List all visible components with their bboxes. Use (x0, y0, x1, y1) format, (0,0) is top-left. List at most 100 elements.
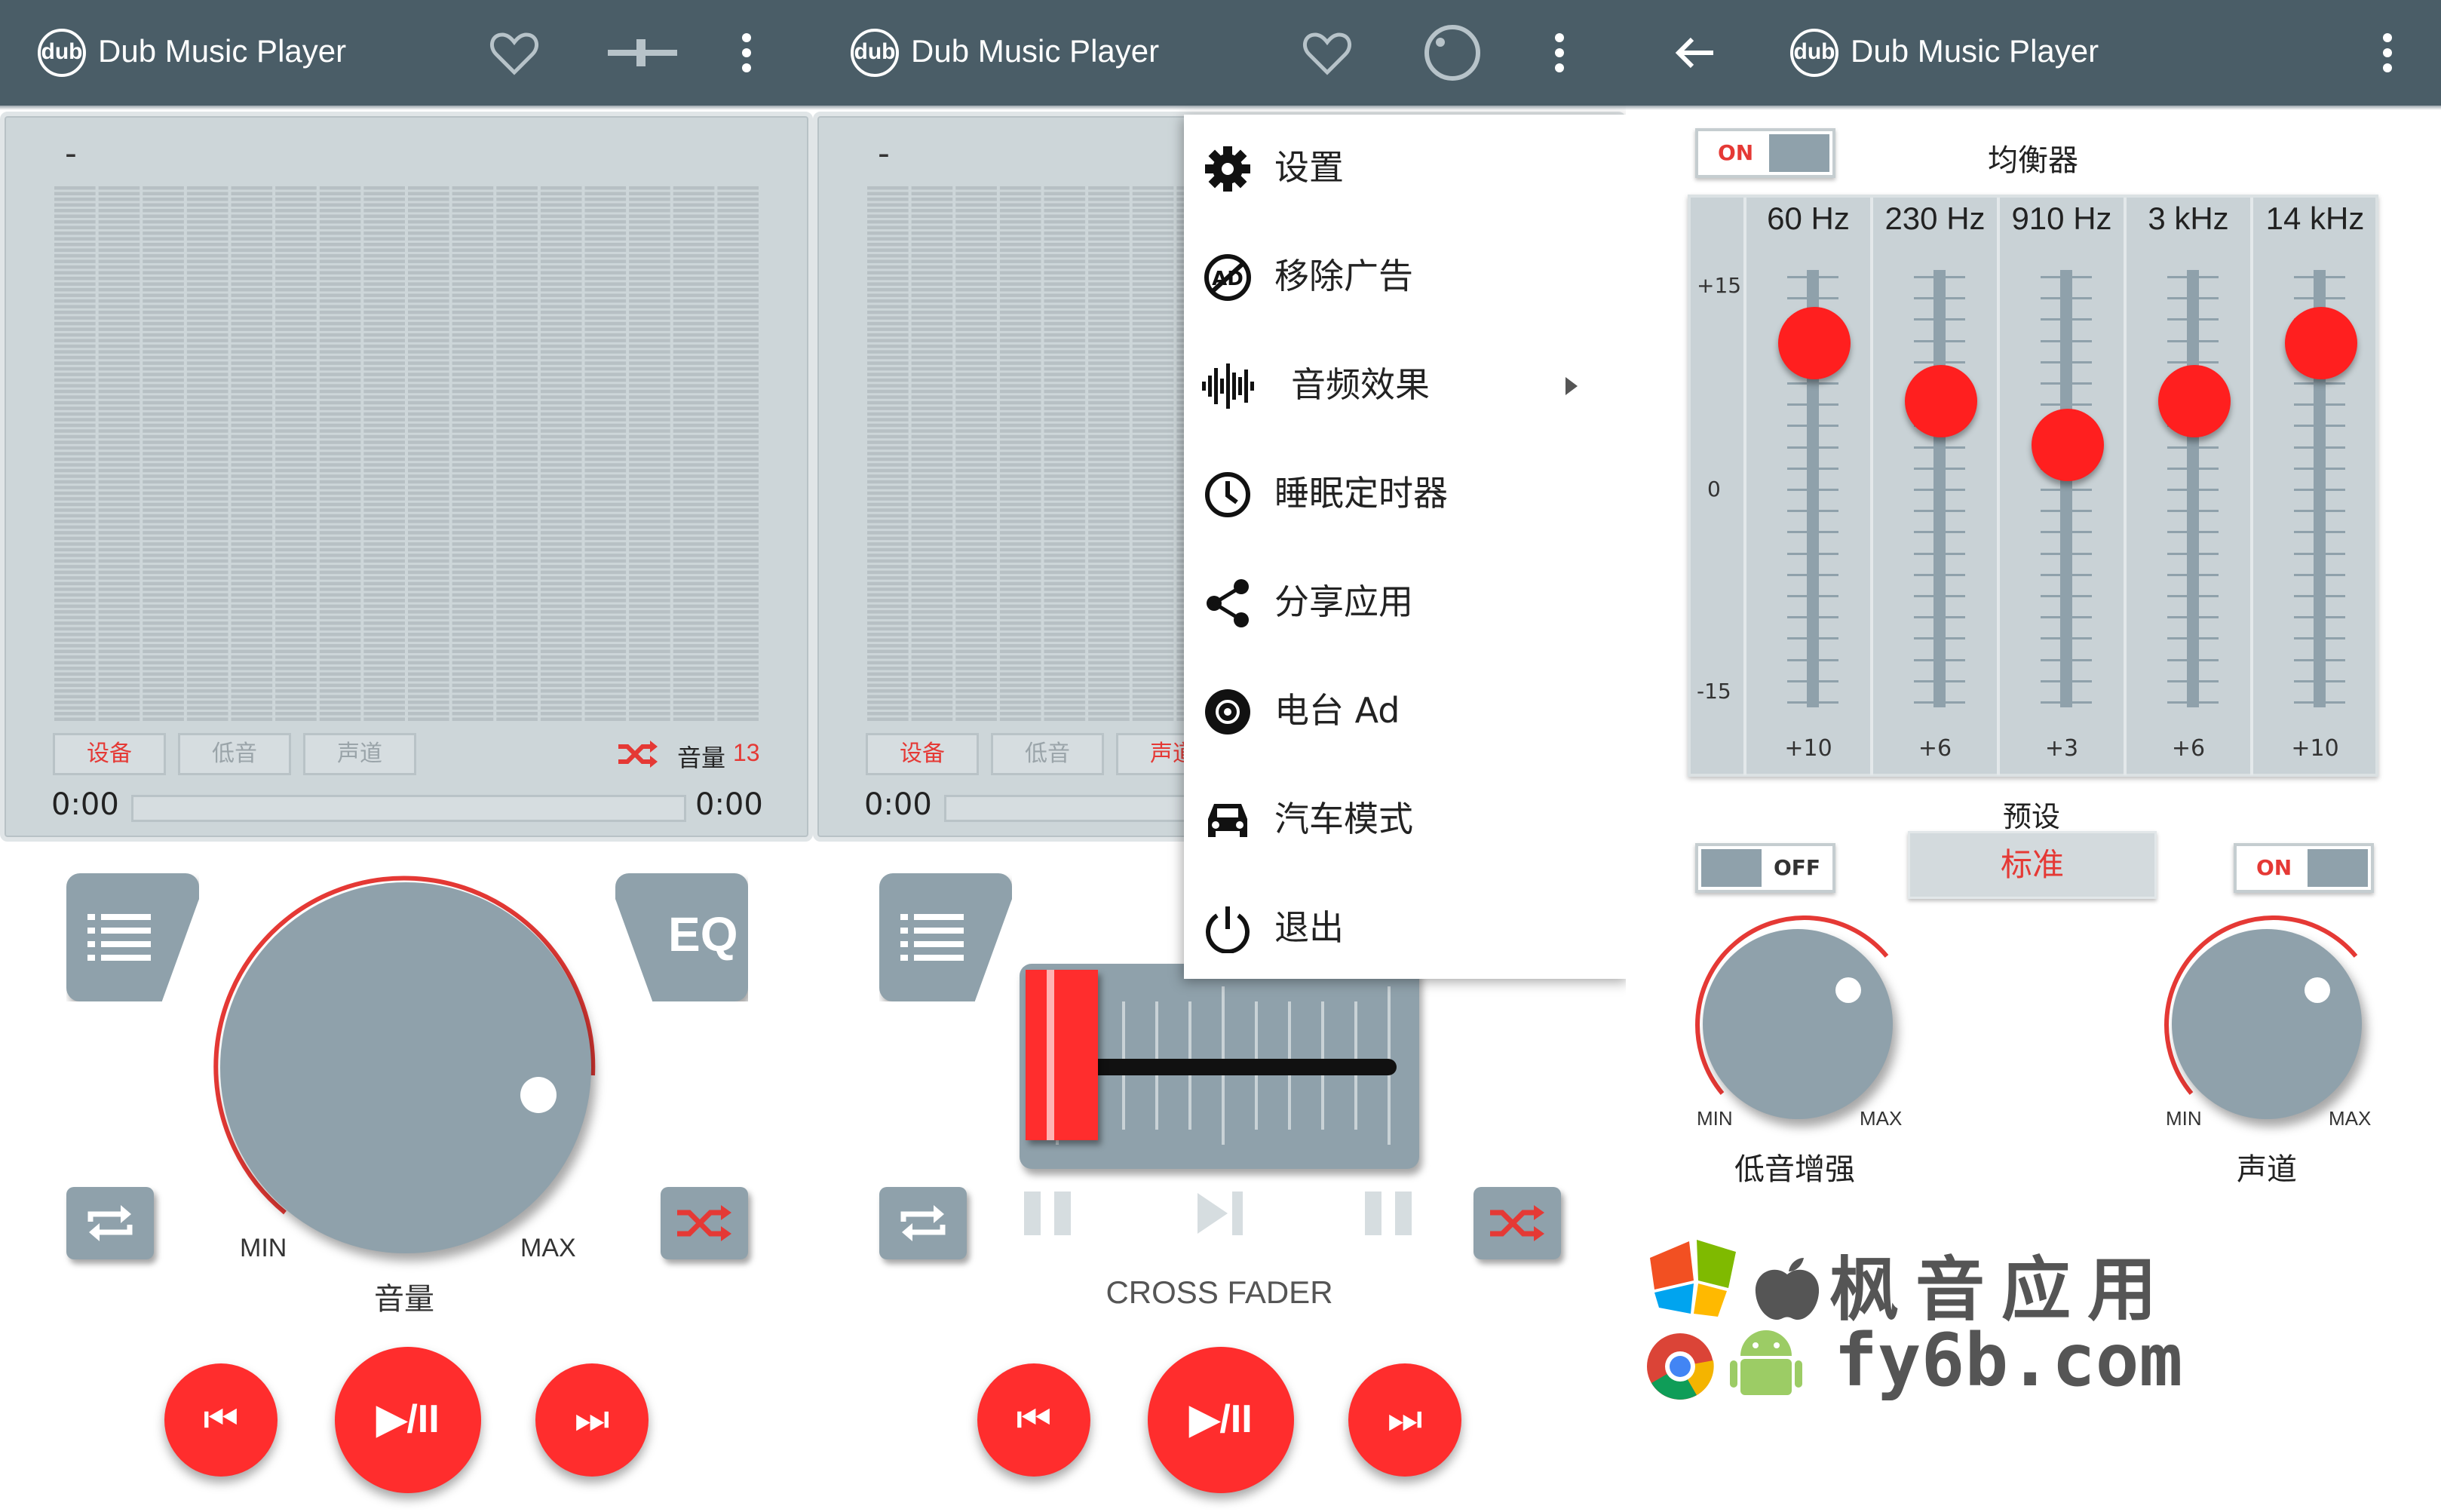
tab-bass[interactable]: 低音 (991, 733, 1104, 775)
band-slider-thumb[interactable] (2032, 409, 2104, 481)
previous-button[interactable]: ⏮ (164, 1363, 278, 1477)
spectrum-cell (1132, 355, 1174, 360)
spectrum-cell (143, 559, 184, 563)
tab-device[interactable]: 设备 (53, 733, 166, 775)
tab-device[interactable]: 设备 (866, 733, 979, 775)
crossfader-thumb[interactable] (1026, 970, 1098, 1140)
spectrum-cell (143, 689, 184, 693)
spectrum-cell (54, 689, 96, 693)
spectrum-cell (186, 554, 228, 557)
spectrum-cell (231, 305, 273, 308)
seek-bar[interactable] (131, 795, 686, 822)
spectrum-cell (584, 661, 627, 665)
volume-knob[interactable] (220, 882, 591, 1253)
tab-bass[interactable]: 低音 (178, 733, 291, 775)
heart-icon[interactable] (487, 26, 541, 80)
spectrum-cell (408, 276, 449, 281)
menu-item-audio-effects[interactable]: 音频效果 (1184, 332, 1629, 440)
band-slider-thumb[interactable] (2158, 365, 2231, 437)
next-button[interactable]: ⏭ (535, 1363, 649, 1477)
menu-item-radio[interactable]: 电台 Ad (1184, 658, 1629, 766)
spectrum-cell (1044, 366, 1086, 371)
spectrum-cell (98, 581, 140, 586)
spectrum-cell (955, 214, 997, 218)
spectrum-cell (955, 305, 997, 308)
spectrum-cell (496, 327, 538, 331)
menu-item-car-mode[interactable]: 汽车模式 (1184, 766, 1629, 875)
spectrum-cell (867, 678, 909, 682)
back-arrow-icon[interactable] (1668, 26, 1722, 80)
spectrum-cell (584, 525, 627, 529)
more-vert-icon[interactable] (1544, 26, 1575, 80)
spectrum-cell (584, 531, 627, 535)
menu-item-exit[interactable]: 退出 (1184, 875, 1629, 983)
crossfader-toggle-icon[interactable] (1422, 23, 1483, 83)
spectrum-cell (540, 434, 582, 439)
band-tick (1787, 276, 1838, 278)
spectrum-cell (54, 683, 96, 688)
bass-boost-toggle[interactable]: OFF (1695, 843, 1835, 893)
spectrum-cell (673, 604, 715, 609)
repeat-button[interactable] (66, 1187, 154, 1259)
spectrum-cell (496, 231, 538, 235)
playlist-button[interactable] (879, 873, 1012, 1001)
play-pause-button[interactable]: ▶/II (335, 1347, 481, 1493)
channel-toggle[interactable]: ON (2234, 843, 2374, 893)
spectrum-cell (275, 604, 317, 609)
menu-item-settings[interactable]: 设置 (1184, 115, 1629, 223)
spectrum-cell (1132, 457, 1174, 462)
repeat-button[interactable] (879, 1187, 967, 1259)
previous-button[interactable]: ⏮ (977, 1363, 1090, 1477)
crossfader-slider[interactable] (1020, 964, 1419, 1169)
next-button[interactable]: ⏭ (1348, 1363, 1461, 1477)
spectrum-cell (955, 293, 997, 297)
spectrum-cell (629, 621, 670, 625)
spectrum-cell (1044, 406, 1086, 410)
channel-knob[interactable] (2172, 929, 2362, 1119)
knob-min-label: MIN (240, 1234, 287, 1262)
spectrum-cell (911, 412, 953, 416)
spectrum-cell (911, 514, 953, 518)
spectrum-cell (186, 219, 228, 224)
spectrum-cell (275, 253, 317, 258)
spectrum-cell (231, 339, 273, 342)
spectrum-cell (673, 400, 715, 405)
eq-button[interactable]: EQ (615, 873, 748, 1001)
spectrum-cell (275, 701, 317, 704)
equalizer-toggle[interactable]: ON (1695, 128, 1835, 178)
spectrum-cell (496, 610, 538, 614)
slider-icon[interactable] (606, 26, 679, 80)
bass-boost-knob[interactable] (1703, 929, 1893, 1119)
spectrum-cell (319, 384, 361, 388)
shuffle-button[interactable] (661, 1187, 748, 1259)
shuffle-button[interactable] (1473, 1187, 1561, 1259)
band-slider-thumb[interactable] (1778, 306, 1851, 379)
preset-selector[interactable]: 标准 (1908, 831, 2157, 899)
spectrum-cell (911, 214, 953, 218)
tab-channel[interactable]: 声道 (303, 733, 416, 775)
spectrum-cell (673, 593, 715, 597)
spectrum-cell (275, 237, 317, 241)
band-slider-thumb[interactable] (2285, 306, 2357, 379)
spectrum-cell (999, 271, 1041, 274)
spectrum-cell (867, 237, 909, 241)
spectrum-cell (584, 565, 627, 569)
menu-item-sleep-timer[interactable]: 睡眠定时器 (1184, 440, 1629, 549)
band-tick (2041, 552, 2092, 555)
band-slider-thumb[interactable] (1905, 365, 1977, 437)
spectrum-cell (717, 593, 759, 597)
spectrum-cell (363, 559, 405, 563)
spectrum-cell (955, 412, 997, 416)
playlist-button[interactable] (66, 873, 199, 1001)
more-vert-icon[interactable] (731, 26, 762, 80)
spectrum-cell (186, 253, 228, 258)
more-vert-icon[interactable] (2372, 26, 2403, 80)
spectrum-cell (629, 400, 670, 405)
spectrum-cell (452, 203, 494, 207)
spectrum-cell (452, 423, 494, 428)
menu-item-share-app[interactable]: 分享应用 (1184, 549, 1629, 658)
spectrum-cell (319, 706, 361, 710)
menu-item-remove-ads[interactable]: AD 移除广告 (1184, 223, 1629, 332)
play-pause-button[interactable]: ▶/II (1148, 1347, 1294, 1493)
heart-icon[interactable] (1300, 26, 1354, 80)
